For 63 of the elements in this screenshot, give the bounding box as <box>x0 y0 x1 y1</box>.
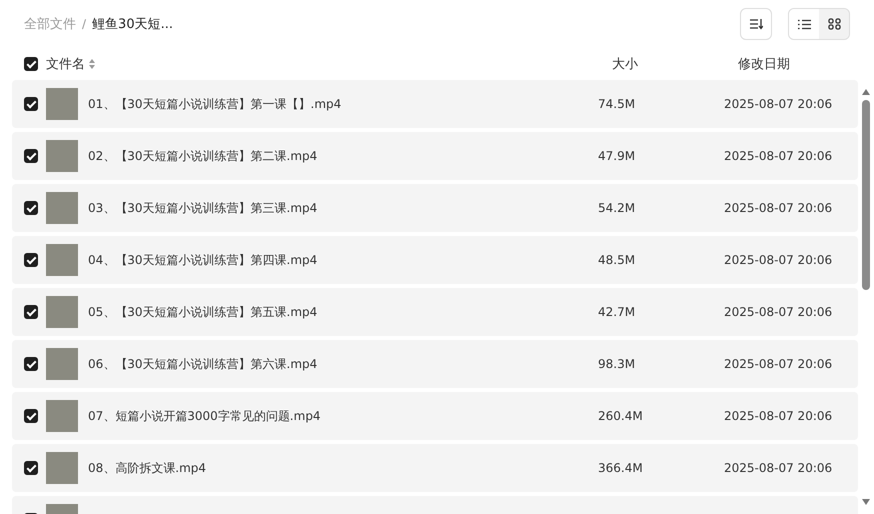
sort-arrows-icon <box>89 59 95 69</box>
grid-icon <box>828 18 840 30</box>
file-row[interactable]: 02、【30天短篇小说训练营】第二课.mp4 47.9M 2025-08-07 20:06 <box>12 132 858 180</box>
file-size: 98.3M <box>598 357 636 371</box>
file-row[interactable]: 08、高阶拆文课.mp4 366.4M 2025-08-07 20:06 <box>12 444 858 492</box>
file-name[interactable]: 06、【30天短篇小说训练营】第六课.mp4 <box>88 356 598 372</box>
file-name[interactable]: 04、【30天短篇小说训练营】第四课.mp4 <box>88 252 598 268</box>
row-checkbox[interactable] <box>24 409 38 423</box>
row-checkbox[interactable] <box>24 253 38 267</box>
thumbnail-placeholder <box>46 244 78 276</box>
breadcrumb-separator: / <box>82 17 86 31</box>
modified-date: 2025-08-07 20:06 <box>724 461 832 475</box>
modified-date: 2025-08-07 20:06 <box>724 149 832 163</box>
list-icon <box>798 18 810 30</box>
file-name[interactable]: 03、【30天短篇小说训练营】第三课.mp4 <box>88 200 598 216</box>
row-checkbox[interactable] <box>24 97 38 111</box>
file-size: 48.5M <box>598 253 636 267</box>
modified-date: 2025-08-07 20:06 <box>724 305 832 319</box>
breadcrumb-item[interactable]: 鲤鱼30天短... <box>92 15 173 33</box>
select-all-checkbox[interactable] <box>24 57 38 71</box>
column-header[interactable]: 文件名 <box>46 55 85 73</box>
row-checkbox[interactable] <box>24 461 38 475</box>
thumbnail-placeholder <box>46 140 78 172</box>
file-size: 366.4M <box>598 461 644 475</box>
modified-date: 2025-08-07 20:06 <box>724 357 832 371</box>
file-size: 260.4M <box>598 409 644 423</box>
file-name[interactable]: 07、短篇小说开篇3000字常见的问题.mp4 <box>88 408 598 424</box>
file-row[interactable]: 05、【30天短篇小说训练营】第五课.mp4 42.7M 2025-08-07 20:06 <box>12 288 858 336</box>
file-row[interactable]: 03、【30天短篇小说训练营】第三课.mp4 54.2M 2025-08-07 20:06 <box>12 184 858 232</box>
thumbnail-placeholder <box>46 88 78 120</box>
thumbnail-placeholder <box>46 296 78 328</box>
row-checkbox[interactable] <box>24 149 38 163</box>
file-name[interactable]: 02、【30天短篇小说训练营】第二课.mp4 <box>88 148 598 164</box>
modified-date: 2025-08-07 20:06 <box>724 97 832 111</box>
modified-date: 2025-08-07 20:06 <box>724 201 832 215</box>
sort-button[interactable] <box>740 8 772 40</box>
scroll-down-arrow-icon[interactable] <box>861 498 871 506</box>
file-row[interactable]: 01、【30天短篇小说训练营】第一课【】.mp4 74.5M 2025-08-07 20:06 <box>12 80 858 128</box>
thumbnail-placeholder <box>46 348 78 380</box>
file-size: 42.7M <box>598 305 636 319</box>
file-row[interactable]: 06、【30天短篇小说训练营】第六课.mp4 98.3M 2025-08-07 20:06 <box>12 340 858 388</box>
file-size: 54.2M <box>598 201 636 215</box>
thumbnail-placeholder <box>46 400 78 432</box>
modified-date: 2025-08-07 20:06 <box>724 253 832 267</box>
file-size: 47.9M <box>598 149 636 163</box>
list-view-button[interactable] <box>789 9 819 39</box>
row-checkbox[interactable] <box>24 305 38 319</box>
column-header[interactable]: 大小 <box>612 55 638 73</box>
modified-date: 2025-08-07 20:06 <box>724 409 832 423</box>
row-checkbox[interactable] <box>24 357 38 371</box>
file-name[interactable]: 01、【30天短篇小说训练营】第一课【】.mp4 <box>88 96 598 112</box>
scrollbar-thumb[interactable] <box>862 100 870 290</box>
scroll-up-arrow-icon[interactable] <box>861 88 871 96</box>
file-name[interactable]: 05、【30天短篇小说训练营】第五课.mp4 <box>88 304 598 320</box>
sort-icon <box>749 18 763 30</box>
row-checkbox[interactable] <box>24 201 38 215</box>
file-row[interactable]: 04、【30天短篇小说训练营】第四课.mp4 48.5M 2025-08-07 20:06 <box>12 236 858 284</box>
thumbnail-placeholder <box>46 452 78 484</box>
file-name[interactable]: 08、高阶拆文课.mp4 <box>88 460 598 476</box>
thumbnail-placeholder <box>46 192 78 224</box>
file-size: 74.5M <box>598 97 636 111</box>
column-header[interactable]: 修改日期 <box>738 55 790 73</box>
file-row[interactable]: 07、短篇小说开篇3000字常见的问题.mp4 260.4M 2025-08-07 20:06 <box>12 392 858 440</box>
